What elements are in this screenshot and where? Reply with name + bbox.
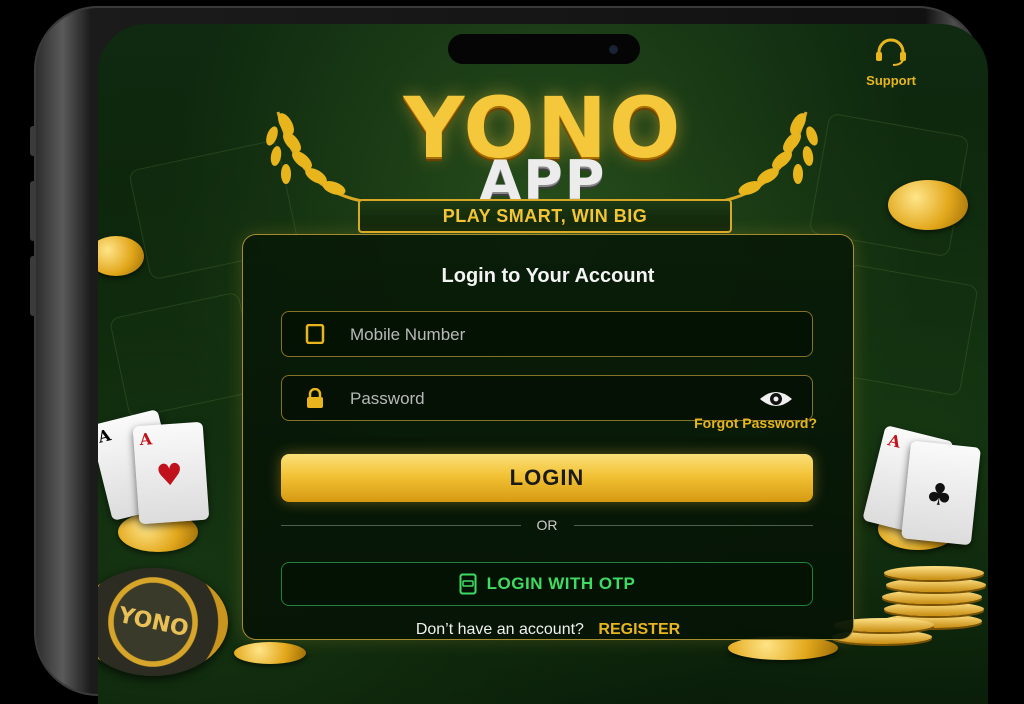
brand-tagline: PLAY SMART, WIN BIG: [358, 199, 732, 233]
mobile-number-field[interactable]: [281, 311, 813, 358]
app-screen: Support YONO APP PLAY SMART, WIN BIG A A…: [98, 24, 988, 704]
phone-frame: Support YONO APP PLAY SMART, WIN BIG A A…: [30, 6, 988, 704]
phone-mute-switch: [30, 126, 36, 156]
stack-coin: [884, 602, 984, 616]
headset-icon: [876, 38, 907, 66]
login-button[interactable]: LOGIN: [281, 454, 813, 502]
playing-card: ♣: [901, 440, 981, 546]
gold-coin-icon: [98, 236, 144, 276]
register-row: Don’t have an account? REGISTER: [243, 621, 853, 639]
phone-volume-down: [30, 256, 36, 316]
otp-message-icon: [459, 573, 477, 595]
gold-coin-icon: [234, 642, 306, 664]
divider-line: [573, 524, 813, 526]
or-label: OR: [536, 517, 558, 533]
register-prompt: Don’t have an account?: [415, 621, 584, 638]
mobile-number-input[interactable]: [348, 312, 752, 358]
club-icon: ♣: [923, 476, 955, 515]
forgot-password-link[interactable]: Forgot Password?: [694, 415, 817, 431]
heart-icon: ♥: [154, 457, 185, 494]
eye-icon[interactable]: [758, 388, 794, 410]
stack-coin: [884, 566, 984, 580]
or-divider: OR: [281, 515, 813, 535]
background-card: [108, 291, 260, 419]
login-panel: Login to Your Account For: [242, 234, 854, 640]
poker-chip: YONO: [98, 568, 228, 676]
support-button[interactable]: Support: [866, 38, 916, 88]
front-camera: [609, 45, 618, 54]
stack-coin: [886, 578, 986, 592]
chip-label: YONO: [115, 602, 191, 642]
phone-icon: [305, 324, 325, 344]
login-title: Login to Your Account: [441, 265, 655, 287]
card-rank: A: [886, 430, 903, 452]
card-rank: A: [138, 429, 153, 450]
lock-icon: [307, 388, 323, 408]
phone-volume-up: [30, 181, 36, 241]
stack-coin: [882, 590, 982, 604]
password-input[interactable]: [348, 376, 752, 422]
camera-notch: [448, 34, 640, 64]
gold-coin-icon: [888, 180, 968, 230]
login-with-otp-button[interactable]: LOGIN WITH OTP: [281, 562, 813, 606]
otp-button-label: LOGIN WITH OTP: [486, 574, 636, 593]
playing-card: A ♥: [132, 421, 210, 525]
card-rank: A: [98, 425, 113, 447]
register-link[interactable]: REGISTER: [598, 621, 680, 638]
divider-line: [281, 524, 521, 526]
